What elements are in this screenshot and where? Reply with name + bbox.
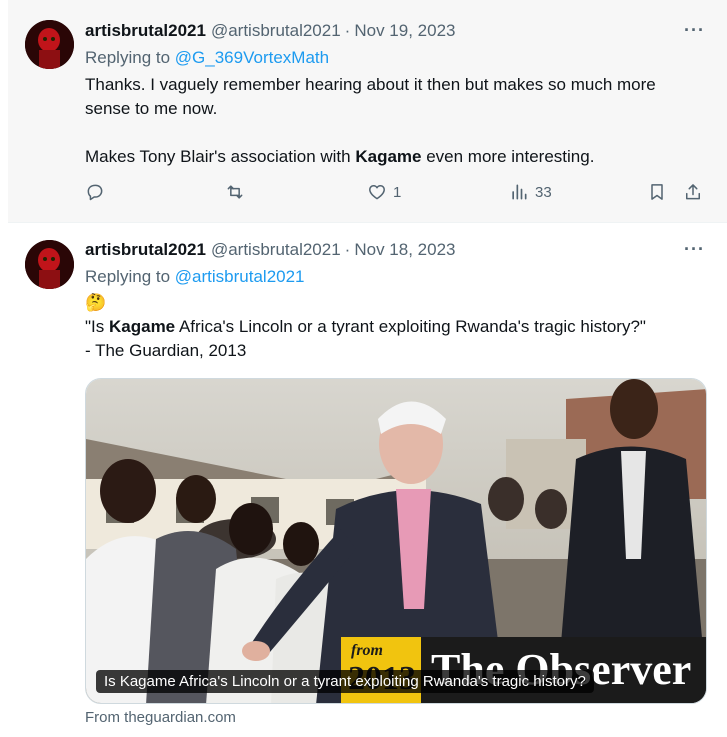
replying-to: Replying to @G_369VortexMath [85,48,329,68]
link-card-image[interactable]: from 2013 The Observer Is Kagame Africa'… [85,378,707,704]
photo: from 2013 The Observer [86,379,706,703]
more-options-icon[interactable]: ··· [684,239,705,260]
highlight-term: Kagame [109,317,176,336]
text-line: Thanks. I vaguely remember hearing about… [85,75,656,94]
share-button[interactable] [683,182,703,202]
share-icon [686,184,700,200]
more-options-icon[interactable]: ··· [684,20,705,41]
tweet-date[interactable]: Nov 19, 2023 [354,21,455,41]
avatar[interactable] [25,240,74,289]
text-fragment: Makes Tony Blair's association with [85,147,351,166]
bookmark-icon [651,184,663,200]
text-line: - The Guardian, 2013 [85,341,247,360]
text-line: Makes Tony Blair's association with Kaga… [85,145,715,169]
heart-icon [369,185,385,200]
replying-prefix: Replying to [85,48,171,67]
separator-dot: · [344,240,351,259]
like-button[interactable]: 1 [367,182,401,202]
text-line: "Is Kagame Africa's Lincoln or a tyrant … [85,315,715,339]
text-fragment: Africa's Lincoln or a tyrant exploiting … [178,317,646,336]
like-count: 1 [393,183,402,201]
tweet-date[interactable]: Nov 18, 2023 [354,240,455,260]
highlight-term: Kagame [355,147,422,166]
replying-mention-link[interactable]: @artisbrutal2021 [175,267,305,286]
logo-from-text: from [351,642,383,659]
display-name[interactable]: artisbrutal2021 [85,240,206,260]
tweet-header: artisbrutal2021 @artisbrutal2021 · Nov 1… [85,21,455,41]
thinking-emoji: 🤔 [85,293,107,312]
reply-button[interactable] [85,182,111,202]
replying-prefix: Replying to [85,267,171,286]
link-source[interactable]: From theguardian.com [85,709,236,726]
reply-icon [87,184,103,201]
tweet-text: 🤔 "Is Kagame Africa's Lincoln or a tyran… [85,291,715,363]
tweet-text: Thanks. I vaguely remember hearing about… [85,73,715,169]
views-button[interactable]: 33 [509,182,552,202]
display-name[interactable]: artisbrutal2021 [85,21,206,41]
tweet-header: artisbrutal2021 @artisbrutal2021 · Nov 1… [85,240,455,260]
bookmark-button[interactable] [647,182,667,202]
text-fragment: even more interesting. [426,147,595,166]
tweet-actions: 1 33 [85,182,705,210]
tweet[interactable]: artisbrutal2021 @artisbrutal2021 · Nov 1… [8,222,727,737]
tweet[interactable]: artisbrutal2021 @artisbrutal2021 · Nov 1… [8,0,727,222]
repost-icon [227,185,243,199]
repost-button[interactable] [225,182,251,202]
separator-dot: · [344,21,351,40]
views-count: 33 [535,183,552,201]
avatar[interactable] [25,20,74,69]
user-handle[interactable]: @artisbrutal2021 [211,21,341,41]
replying-to: Replying to @artisbrutal2021 [85,267,305,287]
replying-mention-link[interactable]: @G_369VortexMath [175,48,329,67]
user-handle[interactable]: @artisbrutal2021 [211,240,341,260]
link-card-caption[interactable]: Is Kagame Africa's Lincoln or a tyrant e… [96,670,594,693]
text-fragment: "Is [85,317,105,336]
bar-chart-icon [512,184,527,200]
text-line: sense to me now. [85,99,218,118]
